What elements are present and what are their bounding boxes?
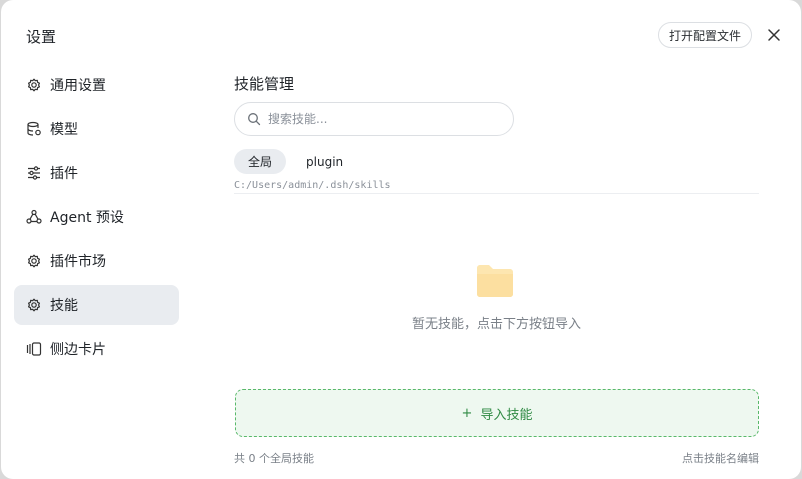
- search-input[interactable]: [268, 112, 498, 126]
- edit-hint: 点击技能名编辑: [682, 452, 759, 465]
- gear-icon: [26, 77, 42, 93]
- sliders-icon: [26, 165, 42, 181]
- dialog-title: 设置: [26, 28, 57, 46]
- sidebar-item-models[interactable]: 模型: [14, 109, 179, 149]
- folder-icon: [476, 264, 514, 298]
- sidebar-item-agent-presets[interactable]: Agent 预设: [14, 197, 179, 237]
- sidebar-item-skills[interactable]: 技能: [14, 285, 179, 325]
- sidebar-item-label: 模型: [50, 122, 78, 138]
- gear-icon: [26, 297, 42, 313]
- scope-tabs: 全局 plugin: [234, 149, 357, 174]
- sidebar-item-label: 通用设置: [50, 78, 106, 94]
- plus-icon: +: [461, 405, 473, 421]
- sidebar: 通用设置 模型 插件 Agent 预设 插件市场 技能 侧边卡片: [14, 65, 179, 373]
- sidebar-item-side-cards[interactable]: 侧边卡片: [14, 329, 179, 369]
- sidebar-item-label: 技能: [50, 298, 78, 314]
- import-label: 导入技能: [480, 407, 533, 423]
- sidebar-item-label: 侧边卡片: [50, 342, 106, 358]
- sidebar-item-plugins[interactable]: 插件: [14, 153, 179, 193]
- sidebar-item-label: Agent 预设: [50, 210, 124, 226]
- cards-icon: [26, 341, 42, 357]
- agent-icon: [26, 209, 42, 225]
- skill-count: 共 0 个全局技能: [234, 452, 314, 465]
- tab-global[interactable]: 全局: [234, 149, 287, 174]
- skills-panel: 技能管理 全局 plugin C:/Users/admin/.dsh/skill…: [234, 0, 759, 479]
- import-skill-button[interactable]: + 导入技能: [235, 389, 759, 437]
- sidebar-item-label: 插件: [50, 166, 78, 182]
- close-icon: [768, 29, 780, 41]
- empty-state-text: 暂无技能，点击下方按钮导入: [411, 317, 581, 332]
- gear-icon: [26, 253, 42, 269]
- skills-path: C:/Users/admin/.dsh/skills: [234, 180, 391, 191]
- sidebar-item-label: 插件市场: [50, 254, 106, 270]
- tab-plugin[interactable]: plugin: [292, 149, 357, 174]
- settings-dialog: 设置 打开配置文件 通用设置 模型 插件 Agent 预设 插件市场 技能 侧边…: [1, 0, 801, 479]
- sidebar-item-plugin-market[interactable]: 插件市场: [14, 241, 179, 281]
- section-title: 技能管理: [234, 75, 295, 93]
- database-icon: [26, 121, 42, 137]
- search-icon: [247, 112, 261, 126]
- sidebar-item-general[interactable]: 通用设置: [14, 65, 179, 105]
- divider: [234, 193, 759, 194]
- close-button[interactable]: [763, 24, 785, 46]
- skill-search[interactable]: [234, 102, 514, 136]
